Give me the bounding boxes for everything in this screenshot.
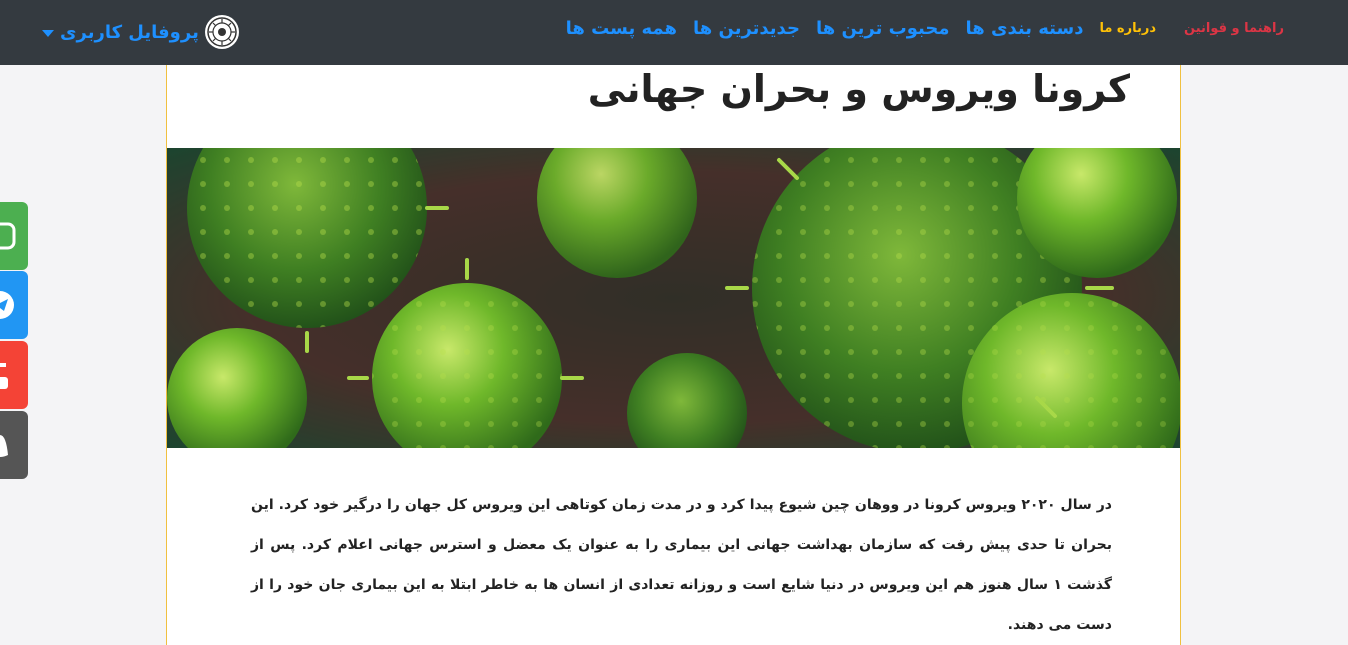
site-logo xyxy=(204,15,239,49)
post-card: کرونا ویروس و بحران جهانی در سال ۲۰۲۰ وی… xyxy=(166,65,1181,645)
nav-about-us[interactable]: درباره ما xyxy=(1099,21,1156,36)
profile-dropdown[interactable]: پروفایل کاربری xyxy=(42,12,239,52)
instagram-icon xyxy=(0,222,16,250)
telegram-button[interactable] xyxy=(0,271,28,339)
snapchat-icon xyxy=(0,435,8,457)
nav-categories[interactable]: دسته بندی ها xyxy=(965,18,1083,39)
top-navbar: همه پست ها جدیدترین ها محبوب ترین ها دست… xyxy=(0,0,1348,65)
snapchat-button[interactable] xyxy=(0,411,28,479)
profile-label: پروفایل کاربری xyxy=(60,21,199,43)
telegram-icon xyxy=(0,291,14,319)
caret-down-icon xyxy=(42,29,54,37)
post-body: در سال ۲۰۲۰ ویروس کرونا در ووهان چین شیو… xyxy=(251,497,1112,633)
instagram-button[interactable] xyxy=(0,202,28,270)
youtube-button[interactable] xyxy=(0,341,28,409)
nav-links: همه پست ها جدیدترین ها محبوب ترین ها دست… xyxy=(566,0,1284,56)
post-title: کرونا ویروس و بحران جهانی xyxy=(587,67,1130,111)
nav-guide-rules[interactable]: راهنما و قوانین xyxy=(1184,21,1284,36)
post-hero-image xyxy=(167,148,1180,448)
nav-popular[interactable]: محبوب ترین ها xyxy=(816,18,950,39)
nav-newest[interactable]: جدیدترین ها xyxy=(693,18,800,39)
youtube-icon xyxy=(0,363,8,389)
nav-all-posts[interactable]: همه پست ها xyxy=(566,18,677,39)
